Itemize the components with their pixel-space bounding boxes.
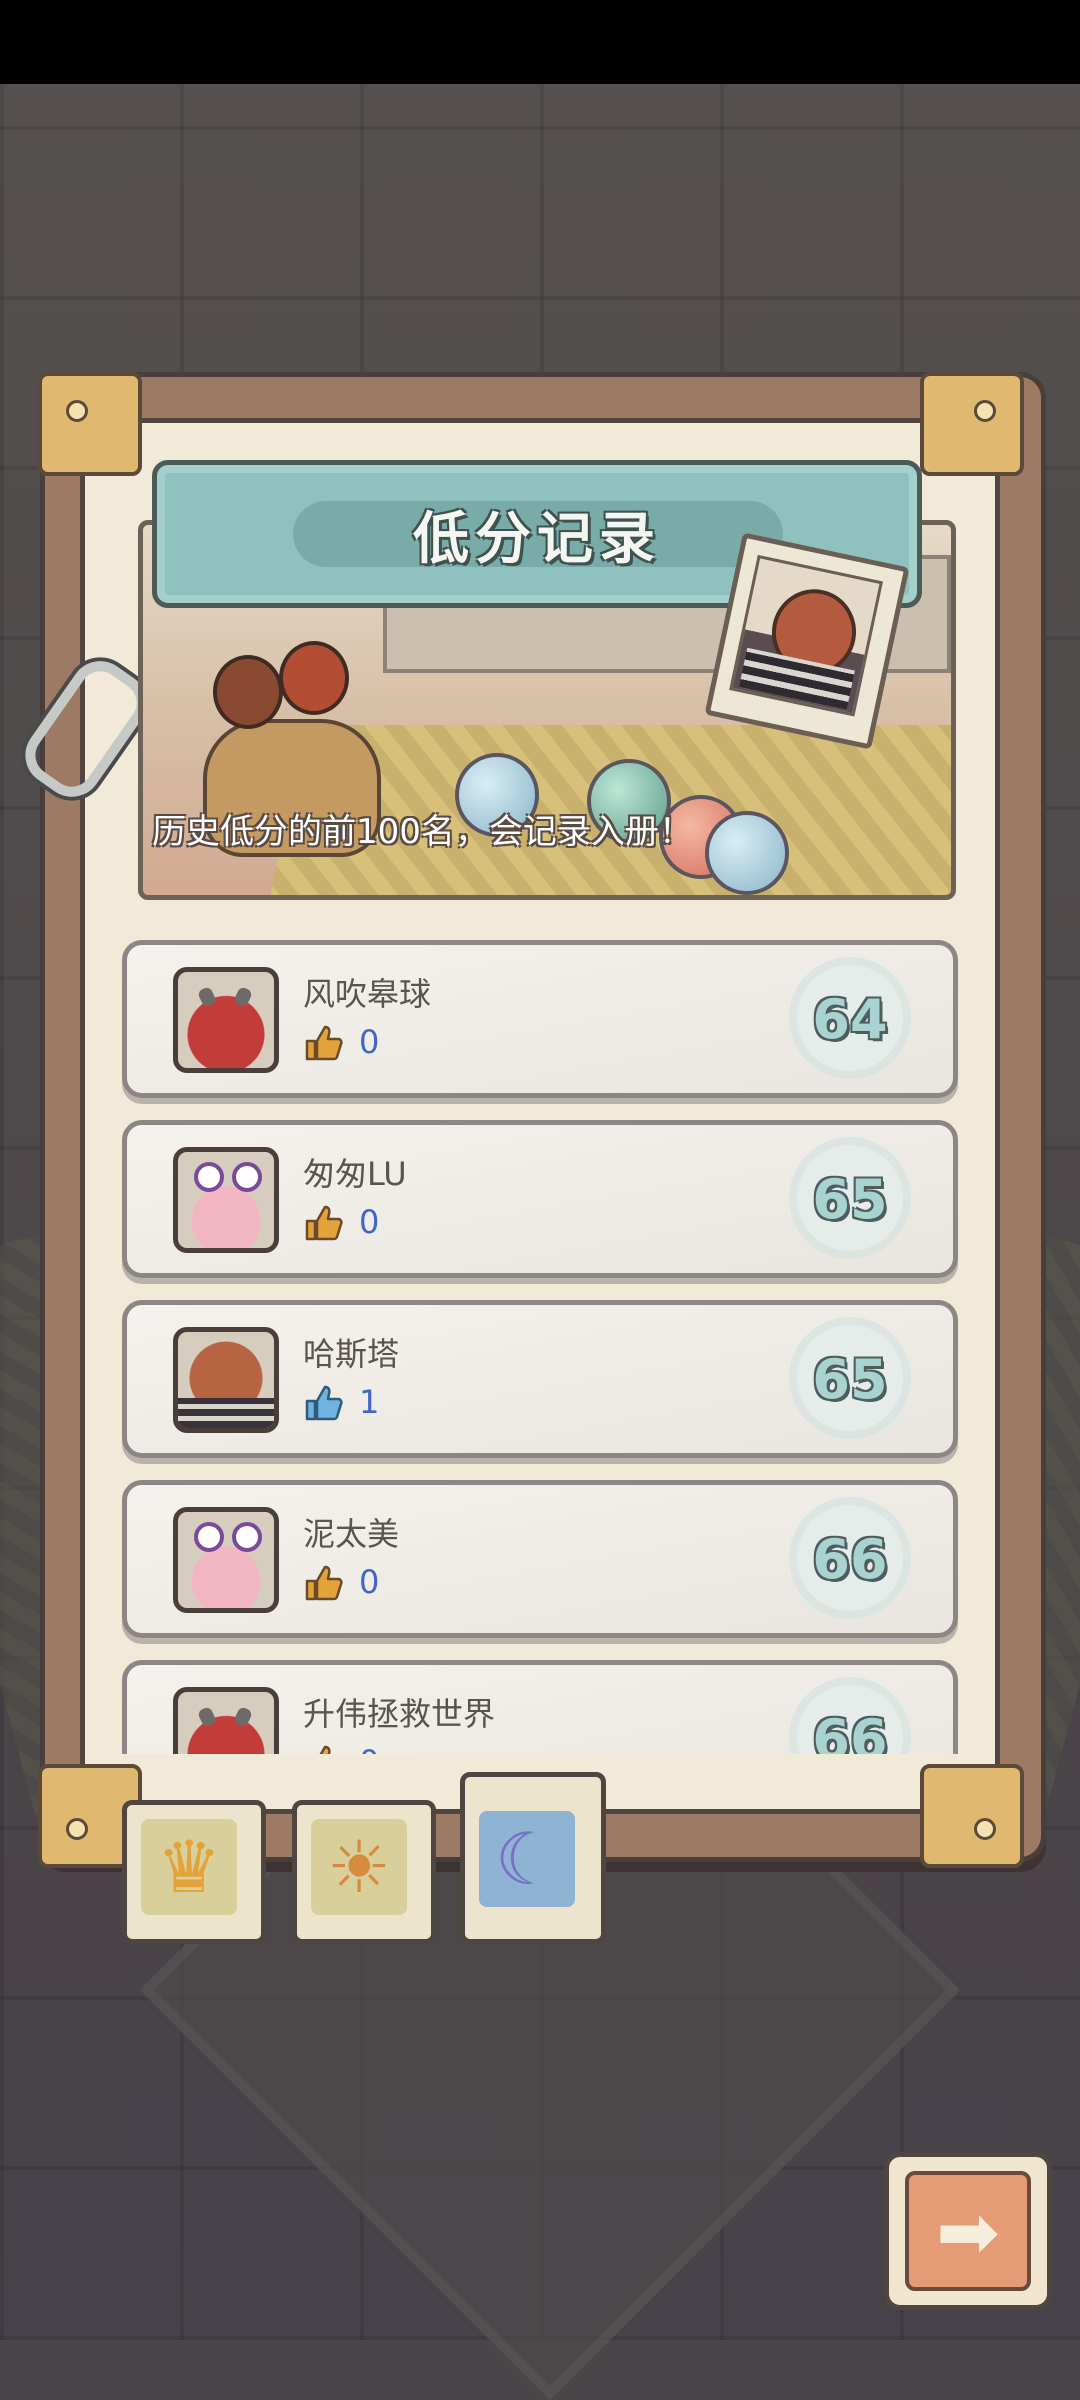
record-row[interactable]: 升伟拯救世界 0 66 <box>122 1660 958 1754</box>
board-corner-bracket <box>38 372 142 476</box>
arrow-right-icon: ➡ <box>905 2171 1031 2291</box>
record-row[interactable]: 泥太美 0 66 <box>122 1480 958 1638</box>
tab-sun[interactable]: ☀ <box>292 1800 436 1944</box>
score-value: 65 <box>812 1167 888 1231</box>
red-monster-avatar[interactable] <box>173 967 279 1073</box>
like-count: 1 <box>359 1383 380 1421</box>
player-name: 哈斯塔 <box>303 1335 400 1373</box>
scene-character <box>213 655 283 729</box>
score-value: 66 <box>812 1707 888 1755</box>
player-name: 风吹皋球 <box>303 975 432 1013</box>
crown-icon: ♛ <box>141 1819 237 1915</box>
like-count: 0 <box>359 1743 379 1754</box>
thumbs-up-icon[interactable] <box>303 1203 343 1243</box>
tab-crown[interactable]: ♛ <box>122 1800 266 1944</box>
score-value: 66 <box>812 1527 888 1591</box>
red-monster-avatar[interactable] <box>173 1687 279 1754</box>
player-name: 匆匆LU <box>303 1155 407 1193</box>
record-row[interactable]: 风吹皋球 0 64 <box>122 940 958 1098</box>
scene-character <box>279 641 349 715</box>
pink-snail-avatar[interactable] <box>173 1507 279 1613</box>
thumbs-up-icon[interactable] <box>303 1563 343 1603</box>
monkey-avatar[interactable] <box>173 1327 279 1433</box>
thumbs-up-icon[interactable] <box>303 1743 343 1754</box>
board-corner-bracket <box>920 1764 1024 1868</box>
score-value: 64 <box>812 987 888 1051</box>
like-count: 0 <box>359 1563 380 1601</box>
banner-caption: 历史低分的前100名，会记录入册！ <box>152 812 693 852</box>
tab-moon[interactable]: ☾ <box>460 1772 606 1944</box>
next-button[interactable]: ➡ <box>884 2152 1052 2310</box>
sun-icon: ☀ <box>311 1819 407 1915</box>
record-row[interactable]: 哈斯塔 1 65 <box>122 1300 958 1458</box>
record-row[interactable]: 匆匆LU 0 65 <box>122 1120 958 1278</box>
player-name: 泥太美 <box>303 1515 400 1553</box>
board-corner-bracket <box>920 372 1024 476</box>
score-value: 65 <box>812 1347 888 1411</box>
like-count: 0 <box>359 1023 380 1061</box>
monkey-portrait <box>729 554 884 717</box>
record-list[interactable]: 风吹皋球 0 64 匆匆LU 0 65 哈斯塔 1 65 泥太美 0 66 升伟… <box>118 920 958 1754</box>
moon-icon: ☾ <box>479 1811 575 1907</box>
thumbs-up-icon[interactable] <box>303 1383 343 1423</box>
thumbs-up-icon[interactable] <box>303 1023 343 1063</box>
status-bar <box>0 0 1080 84</box>
pink-snail-avatar[interactable] <box>173 1147 279 1253</box>
like-count: 0 <box>359 1203 380 1241</box>
player-name: 升伟拯救世界 <box>303 1695 496 1733</box>
